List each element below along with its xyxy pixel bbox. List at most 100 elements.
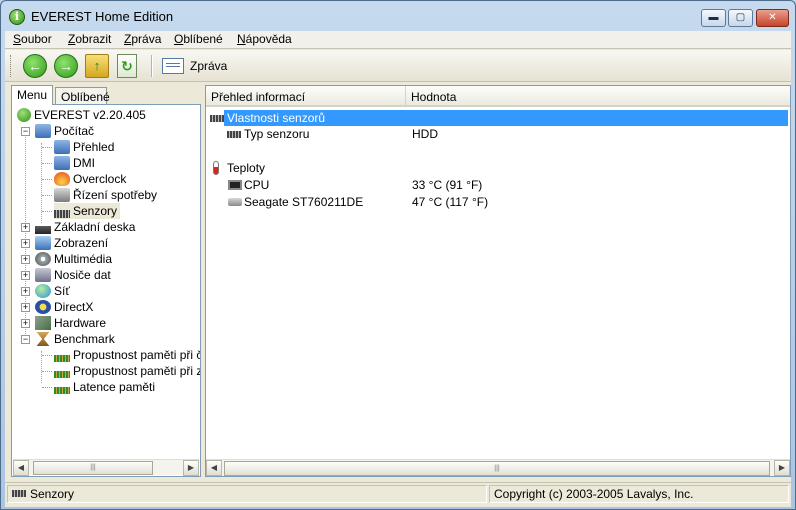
minimize-button[interactable]: ▬ bbox=[701, 9, 726, 27]
expand-toggle[interactable]: + bbox=[21, 255, 30, 264]
sensor-chip-icon bbox=[210, 115, 224, 122]
status-panel-current: Senzory bbox=[7, 485, 487, 503]
title-bar[interactable]: i EVEREST Home Edition ▬ ▢ ✕ bbox=[1, 1, 795, 31]
toolbar-separator bbox=[151, 55, 153, 77]
tree-item-rizeni-spotreby[interactable]: Řízení spotřeby bbox=[54, 187, 157, 203]
field-cell: Teploty bbox=[227, 161, 266, 175]
tree-item-zobrazeni[interactable]: Zobrazení bbox=[35, 235, 108, 251]
tree-guide bbox=[42, 195, 52, 196]
tree-item-hardware[interactable]: Hardware bbox=[35, 315, 106, 331]
expand-toggle[interactable]: + bbox=[21, 303, 30, 312]
tree-item-sit[interactable]: Síť bbox=[35, 283, 70, 299]
computer-icon bbox=[54, 156, 70, 170]
tree-item-memory-write[interactable]: Propustnost paměti při zápisu bbox=[54, 363, 200, 379]
tree-item-directx[interactable]: DirectX bbox=[35, 299, 93, 315]
tree-item-memory-read[interactable]: Propustnost paměti při čtení bbox=[54, 347, 200, 363]
menu-zprava[interactable]: Zpráva bbox=[124, 32, 161, 46]
tree-item-label: Základní deska bbox=[54, 220, 136, 234]
hard-drive-icon bbox=[228, 198, 242, 206]
expand-toggle[interactable]: + bbox=[21, 271, 30, 280]
left-pane: Menu Oblíbené EVEREST v2.20.405 − Počíta… bbox=[9, 85, 201, 477]
toolbar-grip[interactable] bbox=[10, 55, 13, 77]
tree-item-pocitac[interactable]: Počítač bbox=[35, 123, 94, 139]
tree-item-label: Overclock bbox=[73, 172, 127, 186]
storage-icon bbox=[35, 268, 51, 282]
expand-toggle[interactable]: + bbox=[21, 223, 30, 232]
back-arrow-icon[interactable]: ← bbox=[23, 54, 47, 78]
value-cell: 33 °C (91 °F) bbox=[412, 178, 483, 192]
list-item[interactable]: Teploty bbox=[206, 160, 788, 176]
tree-item-label: Propustnost paměti při zápisu bbox=[73, 364, 200, 378]
tree-item-label: Multimédia bbox=[54, 252, 113, 266]
tree-horizontal-scrollbar[interactable]: ◀ ||| ▶ bbox=[13, 459, 199, 476]
hourglass-icon bbox=[36, 332, 50, 346]
tree-item-everest[interactable]: EVEREST v2.20.405 bbox=[17, 107, 146, 123]
menu-oblibene[interactable]: Oblíbené bbox=[174, 32, 223, 46]
expand-toggle[interactable]: + bbox=[21, 319, 30, 328]
tree-guide bbox=[42, 147, 52, 148]
scroll-left-icon[interactable]: ◀ bbox=[206, 460, 222, 476]
tab-oblibene[interactable]: Oblíbené bbox=[55, 87, 110, 104]
computer-icon bbox=[35, 124, 51, 138]
tree-item-memory-latency[interactable]: Latence paměti bbox=[54, 379, 155, 395]
status-panel-copyright: Copyright (c) 2003-2005 Lavalys, Inc. bbox=[489, 485, 789, 503]
tree-guide bbox=[42, 355, 52, 356]
field-cell: CPU bbox=[244, 178, 270, 192]
list-horizontal-scrollbar[interactable]: ◀ ||| ▶ bbox=[206, 459, 790, 476]
menu-zobrazit[interactable]: Zobrazit bbox=[68, 32, 111, 46]
power-icon bbox=[54, 188, 70, 202]
list-item[interactable]: CPU 33 °C (91 °F) bbox=[206, 177, 788, 193]
status-text: Senzory bbox=[30, 487, 75, 501]
client-area: Soubor Zobrazit Zpráva Oblíbené Nápověda… bbox=[5, 31, 791, 507]
ram-icon bbox=[54, 371, 70, 378]
menu-napoveda[interactable]: Nápověda bbox=[237, 32, 292, 46]
scroll-right-icon[interactable]: ▶ bbox=[183, 460, 199, 476]
scroll-right-icon[interactable]: ▶ bbox=[774, 460, 790, 476]
tree-item-label: Nosiče dat bbox=[54, 268, 111, 282]
close-button[interactable]: ✕ bbox=[756, 9, 789, 27]
menu-soubor[interactable]: Soubor bbox=[13, 32, 52, 46]
tree-item-overclock[interactable]: Overclock bbox=[54, 171, 126, 187]
tree-item-senzory[interactable]: Senzory bbox=[54, 203, 121, 219]
value-cell: 47 °C (117 °F) bbox=[412, 195, 489, 209]
scroll-thumb[interactable]: ||| bbox=[33, 461, 153, 475]
list-item[interactable]: Vlastnosti senzorů bbox=[206, 110, 788, 126]
tree-guide bbox=[42, 163, 52, 164]
report-icon bbox=[162, 58, 184, 74]
tree-item-label: Benchmark bbox=[54, 332, 115, 346]
tree-item-zakladni-deska[interactable]: Základní deska bbox=[35, 219, 135, 235]
tree-item-label: Zobrazení bbox=[54, 236, 109, 250]
tree-item-label: Řízení spotřeby bbox=[73, 188, 158, 202]
column-header-value[interactable]: Hodnota bbox=[406, 86, 790, 107]
tab-menu[interactable]: Menu bbox=[11, 85, 53, 105]
tree-item-label: EVEREST v2.20.405 bbox=[34, 108, 146, 122]
menu-bar: Soubor Zobrazit Zpráva Oblíbené Nápověda bbox=[5, 31, 791, 49]
list-item[interactable]: Typ senzoru HDD bbox=[206, 126, 788, 142]
scroll-left-icon[interactable]: ◀ bbox=[13, 460, 29, 476]
collapse-toggle[interactable]: − bbox=[21, 127, 30, 136]
report-label: Zpráva bbox=[190, 59, 228, 73]
tree-guide bbox=[42, 387, 52, 388]
ram-icon bbox=[54, 355, 70, 362]
tree-item-label: Propustnost paměti při čtení bbox=[73, 348, 200, 362]
maximize-button[interactable]: ▢ bbox=[728, 9, 753, 27]
status-bar: Senzory Copyright (c) 2003-2005 Lavalys,… bbox=[5, 482, 791, 504]
expand-toggle[interactable]: + bbox=[21, 287, 30, 296]
list-item[interactable]: Seagate ST760211DE 47 °C (117 °F) bbox=[206, 194, 788, 210]
scroll-thumb[interactable]: ||| bbox=[224, 461, 770, 476]
collapse-toggle[interactable]: − bbox=[21, 335, 30, 344]
forward-arrow-icon[interactable]: → bbox=[54, 54, 78, 78]
field-cell: Seagate ST760211DE bbox=[244, 195, 364, 209]
tree-item-nosice-dat[interactable]: Nosiče dat bbox=[35, 267, 111, 283]
expand-toggle[interactable]: + bbox=[21, 239, 30, 248]
folder-up-icon[interactable]: ↑ bbox=[85, 54, 109, 78]
tree-item-dmi[interactable]: DMI bbox=[54, 155, 95, 171]
tree-item-label: DMI bbox=[73, 156, 95, 170]
column-header-field[interactable]: Přehled informací bbox=[206, 86, 406, 107]
sensor-chip-icon bbox=[12, 490, 26, 497]
tree-item-multimedia[interactable]: Multimédia bbox=[35, 251, 112, 267]
refresh-icon[interactable]: ↻ bbox=[117, 54, 137, 78]
tree-item-prehled[interactable]: Přehled bbox=[54, 139, 114, 155]
cpu-icon bbox=[228, 180, 242, 190]
tree-item-benchmark[interactable]: Benchmark bbox=[35, 331, 115, 347]
